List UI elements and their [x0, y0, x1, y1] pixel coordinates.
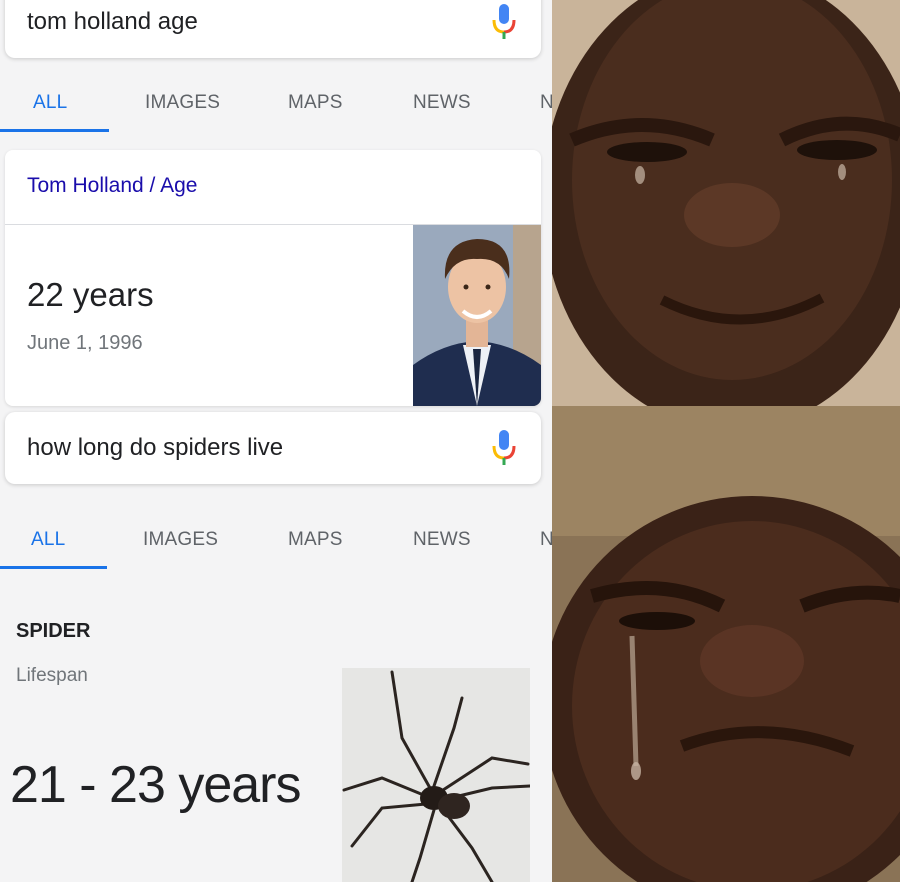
tab-all[interactable]: ALL [31, 529, 65, 551]
search-query[interactable]: tom holland age [27, 8, 198, 36]
tab-images[interactable]: IMAGES [145, 92, 220, 114]
breadcrumb[interactable]: Tom Holland / Age [27, 174, 197, 198]
tab-more[interactable]: N [540, 92, 552, 114]
search-bar[interactable]: how long do spiders live [5, 412, 541, 484]
age-result-card: Tom Holland / Age 22 years June 1, 1996 [5, 150, 541, 406]
tab-all[interactable]: ALL [33, 92, 67, 114]
birth-date: June 1, 1996 [27, 332, 143, 354]
result-title: SPIDER [16, 620, 91, 642]
microphone-icon[interactable] [491, 428, 517, 468]
tab-maps[interactable]: MAPS [288, 529, 343, 551]
tab-maps[interactable]: MAPS [288, 92, 343, 114]
search-bar[interactable]: tom holland age [5, 0, 541, 58]
active-tab-indicator [0, 129, 109, 132]
age-value: 22 years [27, 276, 154, 313]
microphone-icon[interactable] [491, 2, 517, 42]
person-photo[interactable] [413, 225, 541, 406]
search-query[interactable]: how long do spiders live [27, 434, 283, 462]
tab-images[interactable]: IMAGES [143, 529, 218, 551]
tab-news[interactable]: NEWS [413, 92, 471, 114]
result-subtitle: Lifespan [16, 665, 88, 686]
search-screenshots: tom holland age ALL IMAGES MAPS NEWS N T… [0, 0, 552, 882]
search-tabs: ALL IMAGES MAPS NEWS N [0, 515, 552, 575]
search-tabs: ALL IMAGES MAPS NEWS N [0, 78, 552, 138]
crying-man-photo [552, 406, 900, 882]
active-tab-indicator [0, 566, 107, 569]
tab-news[interactable]: NEWS [413, 529, 471, 551]
smiling-man-with-tears-photo [552, 0, 900, 406]
spider-photo[interactable] [342, 668, 530, 882]
lifespan-value: 21 - 23 years [10, 756, 301, 814]
tab-more[interactable]: N [540, 529, 552, 551]
